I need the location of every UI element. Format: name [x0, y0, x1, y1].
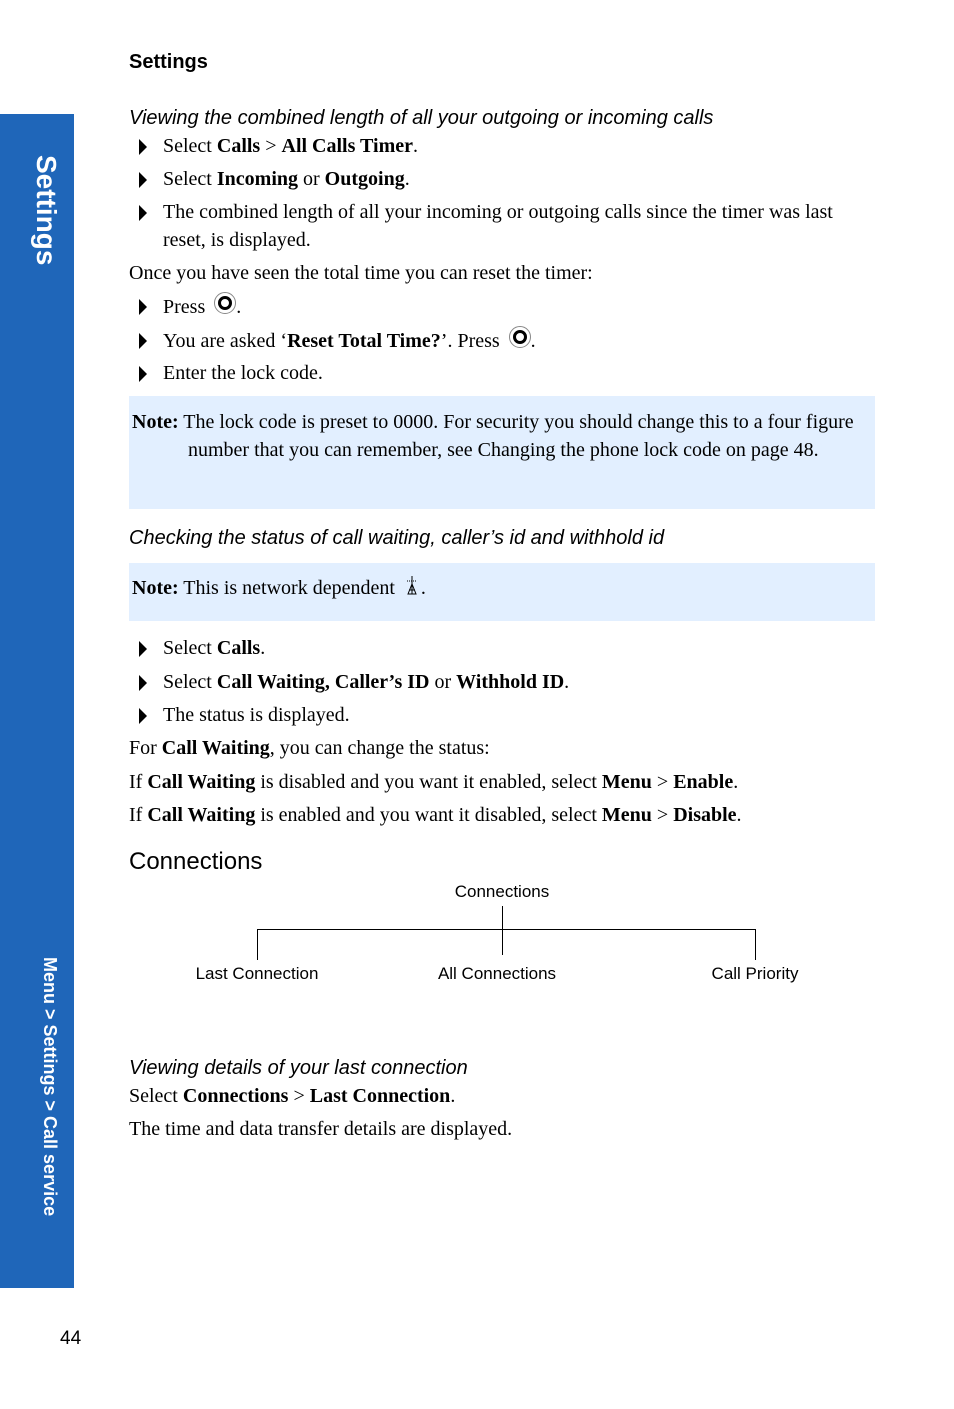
ok-key-icon [508, 326, 531, 348]
call-waiting-intro: For Call Waiting, you can change the sta… [129, 737, 490, 759]
diagram-connector [755, 929, 756, 960]
bullet-arrow-icon [139, 299, 147, 315]
network-antenna-icon [406, 576, 417, 595]
note-box-lock-code: Note: The lock code is preset to 0000. F… [129, 396, 875, 509]
call-waiting-enable-text: If Call Waiting is disabled and you want… [129, 771, 739, 793]
bullet-arrow-icon [139, 708, 147, 724]
list-item: The status is displayed. [139, 701, 879, 729]
note-box-network: Note: This is network dependent. [129, 563, 875, 621]
note-label: Note: [132, 411, 179, 433]
diagram-connector [257, 929, 258, 960]
ok-key-icon [214, 292, 237, 314]
list-item: Select Incoming or Outgoing. [139, 165, 879, 193]
diagram-connector [257, 929, 755, 930]
note-label: Note: [132, 577, 179, 599]
list-item: The combined length of all your incoming… [139, 198, 879, 254]
section-heading-call-timer: Viewing the combined length of all your … [129, 107, 714, 129]
reset-intro-text: Once you have seen the total time you ca… [129, 262, 593, 284]
bullet-arrow-icon [139, 675, 147, 691]
list-item: Select Calls > All Calls Timer. [139, 132, 879, 160]
section-heading-last-connection: Viewing details of your last connection [129, 1057, 468, 1079]
last-connection-result: The time and data transfer details are d… [129, 1118, 513, 1140]
sidebar-breadcrumb: Menu > Settings > Call service [40, 957, 60, 1217]
last-connection-instruction: Select Connections > Last Connection. [129, 1085, 456, 1107]
diagram-connector [502, 906, 503, 955]
sidebar-chapter-title: Settings [31, 155, 62, 266]
diagram-node-last-connection: Last Connection [195, 964, 319, 983]
bullet-arrow-icon [139, 205, 147, 221]
note-text: The lock code is preset to 0000. For sec… [183, 411, 854, 461]
connections-menu-diagram: Connections Last Connection All Connecti… [129, 875, 879, 995]
list-item: Select Calls. [139, 634, 879, 662]
chapter-sidebar [0, 114, 74, 1288]
bullet-arrow-icon [139, 139, 147, 155]
diagram-node-call-priority: Call Priority [711, 964, 799, 983]
call-waiting-disable-text: If Call Waiting is enabled and you want … [129, 804, 742, 826]
bullet-arrow-icon [139, 172, 147, 188]
bullet-arrow-icon [139, 333, 147, 349]
diagram-node-root: Connections [454, 882, 550, 901]
bullet-arrow-icon [139, 641, 147, 657]
page-header-title: Settings [129, 51, 208, 73]
connections-section-title: Connections [129, 848, 263, 875]
bullet-arrow-icon [139, 366, 147, 382]
list-item: Enter the lock code. [139, 359, 879, 387]
section-heading-call-waiting: Checking the status of call waiting, cal… [129, 527, 665, 549]
list-item: You are asked ‘Reset Total Time?’. Press… [139, 326, 879, 355]
note-text: This is network dependent [183, 577, 395, 599]
page-number: 44 [60, 1328, 82, 1349]
list-item: Select Call Waiting, Caller’s ID or With… [139, 668, 879, 696]
list-item: Press . [139, 292, 879, 321]
diagram-node-all-connections: All Connections [437, 964, 557, 983]
